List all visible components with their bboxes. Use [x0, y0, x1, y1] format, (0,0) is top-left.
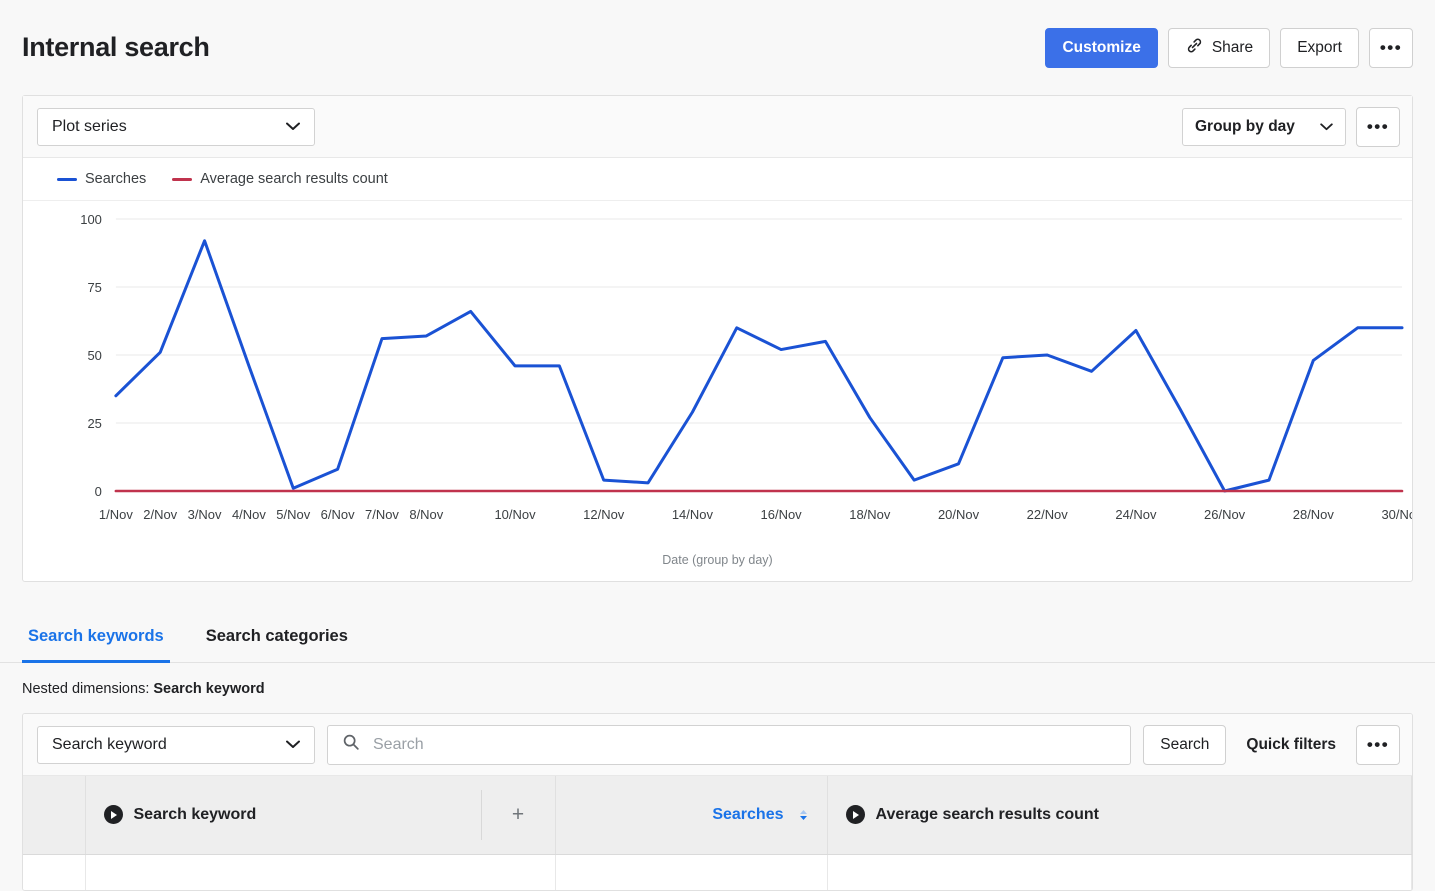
- customize-button[interactable]: Customize: [1045, 27, 1158, 68]
- dimension-icon: [103, 805, 123, 825]
- search-button[interactable]: Search: [1143, 724, 1227, 765]
- dimension-select[interactable]: Search keyword: [37, 725, 315, 764]
- svg-text:8/Nov: 8/Nov: [409, 507, 443, 522]
- svg-text:75: 75: [87, 280, 101, 295]
- svg-text:20/Nov: 20/Nov: [938, 507, 980, 522]
- legend-label-searches: Searches: [85, 171, 147, 187]
- chart-plot-area: 0 25 50 75 100 1/Nov 2/Nov 3/Nov 4/Nov 5/Nov 6/Nov…: [23, 201, 1412, 581]
- table-cell: [23, 854, 86, 890]
- nested-dimensions-value[interactable]: Search keyword: [153, 681, 264, 697]
- more-options-icon: •••: [1379, 38, 1403, 57]
- export-button[interactable]: Export: [1280, 27, 1359, 68]
- table-toolbar: Search keyword Search Quick filters •••: [23, 714, 1412, 776]
- more-options-icon: •••: [1366, 735, 1390, 754]
- legend-swatch-searches: [57, 177, 77, 181]
- table-card: Search keyword Search Quick filters •••: [22, 713, 1413, 891]
- table-header-average-search-results-count[interactable]: Average search results count: [827, 776, 1412, 855]
- plot-series-select-label: Plot series: [52, 117, 127, 135]
- more-options-icon: •••: [1366, 117, 1390, 136]
- table-header-searches-label: Searches: [712, 805, 784, 823]
- chevron-down-icon: [286, 738, 300, 752]
- plot-series-select[interactable]: Plot series: [37, 107, 315, 146]
- svg-text:4/Nov: 4/Nov: [232, 507, 266, 522]
- x-axis-title: Date (group by day): [662, 553, 773, 567]
- svg-text:28/Nov: 28/Nov: [1293, 507, 1335, 522]
- legend-item-average-search-results-count[interactable]: Average search results count: [172, 171, 388, 187]
- table-more-options-button[interactable]: •••: [1356, 724, 1400, 765]
- table-header-search-keyword[interactable]: Search keyword +: [85, 776, 556, 855]
- svg-text:25: 25: [87, 416, 101, 431]
- chart-toolbar: Plot series Group by day •••: [23, 96, 1412, 158]
- svg-text:30/Nov: 30/Nov: [1381, 507, 1412, 522]
- link-icon: [1185, 36, 1204, 60]
- svg-text:50: 50: [87, 348, 101, 363]
- tabs: Search keywords Search categories: [0, 627, 1435, 663]
- legend-item-searches[interactable]: Searches: [57, 171, 146, 187]
- legend-label-average: Average search results count: [200, 171, 388, 187]
- svg-text:2/Nov: 2/Nov: [143, 507, 177, 522]
- search-input[interactable]: [371, 734, 1117, 755]
- svg-text:26/Nov: 26/Nov: [1204, 507, 1246, 522]
- svg-text:18/Nov: 18/Nov: [849, 507, 891, 522]
- share-button[interactable]: Share: [1167, 27, 1271, 68]
- svg-text:1/Nov: 1/Nov: [99, 507, 133, 522]
- svg-text:14/Nov: 14/Nov: [672, 507, 714, 522]
- table-cell: [555, 854, 828, 890]
- tab-search-keywords[interactable]: Search keywords: [22, 627, 170, 663]
- svg-text:12/Nov: 12/Nov: [583, 507, 625, 522]
- add-column-button[interactable]: +: [480, 790, 555, 840]
- table-header-checkbox[interactable]: [23, 776, 86, 855]
- search-field[interactable]: [327, 724, 1132, 765]
- chevron-down-icon: [1320, 120, 1333, 134]
- table-header-searches[interactable]: Searches: [555, 776, 828, 855]
- svg-text:22/Nov: 22/Nov: [1027, 507, 1069, 522]
- page-header: Internal search Customize Share Export •…: [0, 0, 1435, 95]
- svg-text:6/Nov: 6/Nov: [321, 507, 355, 522]
- table-row[interactable]: [23, 854, 1412, 890]
- table-cell: [827, 854, 1412, 890]
- results-table: Search keyword + Searches Average search…: [23, 776, 1412, 890]
- chart-more-options-button[interactable]: •••: [1356, 106, 1400, 147]
- table-header-average-label: Average search results count: [875, 805, 1100, 823]
- search-icon: [342, 733, 360, 756]
- share-button-label: Share: [1211, 38, 1254, 56]
- svg-text:16/Nov: 16/Nov: [761, 507, 803, 522]
- group-by-select[interactable]: Group by day: [1182, 107, 1346, 146]
- chart-toolbar-right: Group by day •••: [1182, 106, 1400, 147]
- svg-text:10/Nov: 10/Nov: [494, 507, 536, 522]
- table-header-row: Search keyword + Searches Average search…: [23, 776, 1412, 855]
- chart-card: Plot series Group by day ••• Searches Av…: [22, 95, 1413, 582]
- group-by-select-label: Group by day: [1195, 117, 1295, 135]
- nested-dimensions: Nested dimensions: Search keyword: [0, 663, 1435, 697]
- header-actions: Customize Share Export •••: [1045, 27, 1413, 68]
- chevron-down-icon: [286, 120, 300, 134]
- dimension-select-label: Search keyword: [52, 735, 167, 753]
- tab-search-categories[interactable]: Search categories: [200, 627, 354, 663]
- svg-text:0: 0: [95, 484, 102, 499]
- quick-filters-button[interactable]: Quick filters: [1238, 736, 1344, 754]
- line-chart: 0 25 50 75 100 1/Nov 2/Nov 3/Nov 4/Nov 5/Nov 6/Nov…: [80, 212, 1412, 522]
- sort-icon[interactable]: [798, 808, 809, 822]
- table-header-search-keyword-label: Search keyword: [133, 805, 257, 823]
- table-cell: [85, 854, 556, 890]
- table-body: [23, 854, 1412, 890]
- svg-text:7/Nov: 7/Nov: [365, 507, 399, 522]
- svg-text:24/Nov: 24/Nov: [1115, 507, 1157, 522]
- page-title: Internal search: [22, 32, 210, 62]
- more-options-button[interactable]: •••: [1369, 27, 1413, 68]
- chart-legend: Searches Average search results count: [23, 158, 1412, 201]
- svg-text:5/Nov: 5/Nov: [276, 507, 310, 522]
- dimension-icon: [845, 805, 865, 825]
- svg-text:100: 100: [80, 212, 102, 227]
- legend-swatch-average: [172, 177, 193, 181]
- svg-text:3/Nov: 3/Nov: [188, 507, 222, 522]
- nested-dimensions-prefix: Nested dimensions:: [22, 681, 154, 697]
